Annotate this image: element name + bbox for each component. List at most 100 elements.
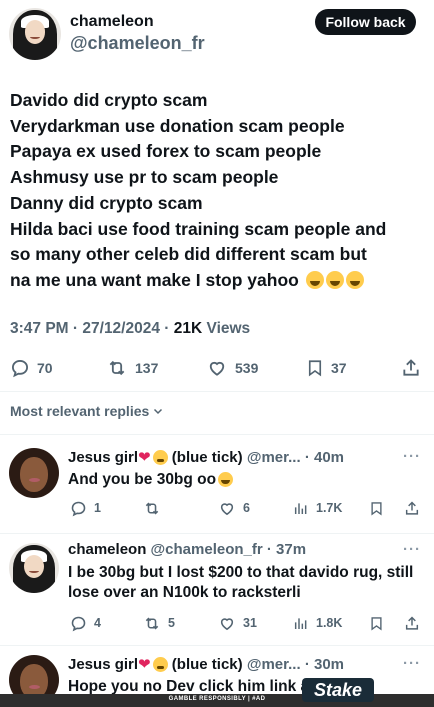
reply-author-handle[interactable]: @mer... [247,656,301,673]
reply-time[interactable]: · 40m [305,449,344,466]
bookmark-button[interactable]: 37 [306,356,347,380]
reply-text-content: And you be 30bg oo [68,471,217,488]
tweet-actions: 70 137 539 37 [0,356,434,380]
share-button[interactable] [404,613,420,633]
reply-button[interactable]: 1 [70,498,101,518]
blushing-emoji-icon [152,657,168,672]
tweet-line: Papaya ex used forex to scam people [10,141,322,162]
tweet-line-text: na me una want make I stop yahoo [10,269,299,290]
more-options-icon[interactable]: ··· [403,541,421,558]
heart-icon [220,502,234,515]
reply-author-handle[interactable]: @mer... [247,449,301,466]
tweet-line: Davido did crypto scam [10,90,208,110]
reply-author-badge: (blue tick) [171,449,243,466]
tweet-date[interactable]: 27/12/2024 [82,320,160,337]
replies-sort-dropdown[interactable]: Most relevant replies [10,403,164,419]
reply-count: 1 [94,501,101,515]
tweet-text: Davido did crypto scam Verydarkman use d… [10,88,428,294]
divider [0,391,434,392]
tweet-line-last: na me una want make I stop yahoo [10,268,428,294]
reply-text: I be 30bg but I lost $200 to that davido… [68,564,414,601]
laughing-crying-emoji-icon [305,270,324,289]
tweet-line: Ashmusy use pr to scam people [10,167,279,188]
laughing-crying-emoji-icon [218,472,234,487]
author-handle[interactable]: @chameleon_fr [70,33,205,54]
tweet-header: chameleon @chameleon_fr Follow back [0,0,434,70]
laughing-crying-emoji-icon [325,270,344,289]
like-count: 539 [235,360,259,376]
reply-count: 70 [37,360,53,376]
more-options-icon[interactable]: ··· [403,655,421,672]
share-button[interactable] [404,498,420,518]
share-icon [405,500,419,515]
bookmark-icon [371,501,382,515]
repost-icon [109,360,125,376]
views-count: 1.7K [316,501,343,515]
share-icon [405,615,419,630]
reply-author-handle[interactable]: @chameleon_fr [151,541,263,558]
bookmark-icon [308,360,322,377]
like-button[interactable]: 31 [218,613,257,633]
meta-separator: · [72,320,79,337]
reply-header: chameleon @chameleon_fr · 37m [68,541,306,558]
tweet-line: so many other celeb did different scam b… [10,244,367,265]
views-count: 1.8K [316,616,343,630]
repost-icon [145,501,159,515]
tweet-line: Verydarkman use donation scam people [10,115,345,136]
reply-actions: 4 5 31 1.8K [0,613,434,633]
author-display-name[interactable]: chameleon [70,13,154,31]
share-icon [403,359,419,376]
reply-icon [71,501,86,516]
views-label: Views [206,320,251,337]
like-count: 31 [243,616,257,630]
bookmark-button[interactable] [369,613,384,633]
blushing-emoji-icon [152,450,168,465]
bookmark-button[interactable] [369,498,384,518]
repost-button[interactable]: 137 [106,356,158,380]
red-heart-emoji-icon: ❤ [138,656,151,673]
bookmark-count: 37 [331,360,347,376]
reply-author-name[interactable]: chameleon [68,541,146,558]
tweet-time[interactable]: 3:47 PM [10,320,69,337]
like-button[interactable]: 6 [218,498,250,518]
reply-time[interactable]: · 30m [305,656,344,673]
author-avatar[interactable] [9,8,61,60]
heart-icon [209,361,225,376]
reply-button[interactable]: 4 [70,613,101,633]
more-options-icon[interactable]: ··· [403,448,421,465]
reply-item[interactable]: Jesus girl❤ (blue tick) @mer... · 40m ··… [0,448,434,528]
repost-count: 137 [135,360,159,376]
reply-header: Jesus girl❤ (blue tick) @mer... · 30m [68,655,344,673]
bookmark-icon [371,616,382,630]
repost-button[interactable] [143,498,161,518]
reply-avatar[interactable] [9,543,59,593]
reply-time[interactable]: · 37m [267,541,306,558]
reply-count: 4 [94,616,101,630]
reply-text: And you be 30bg oo [68,470,428,490]
views-button[interactable]: 1.7K [293,498,342,518]
views-button[interactable]: 1.8K [293,613,342,633]
reply-avatar[interactable] [9,448,59,498]
chevron-down-icon [154,408,163,415]
like-count: 6 [243,501,250,515]
views-count: 21K [173,320,203,337]
reply-button[interactable]: 70 [10,356,53,380]
tweet-meta: 3:47 PM · 27/12/2024 · 21K Views [10,320,250,338]
like-button[interactable]: 539 [206,356,258,380]
reply-author-name[interactable]: Jesus girl [68,656,138,673]
follow-back-button[interactable]: Follow back [315,9,416,35]
repost-icon [145,616,159,630]
tweet-line: Hilda baci use food training scam people… [10,218,387,239]
reply-author-name[interactable]: Jesus girl [68,449,138,466]
reply-header: Jesus girl❤ (blue tick) @mer... · 40m [68,448,344,466]
share-button[interactable] [401,356,421,380]
reply-item[interactable]: chameleon @chameleon_fr · 37m ··· I be 3… [0,541,434,641]
analytics-bars-icon [294,503,307,514]
analytics-bars-icon [294,618,307,629]
repost-button[interactable]: 5 [143,613,175,633]
tweet-line: Danny did crypto scam [10,192,203,213]
red-heart-emoji-icon: ❤ [138,449,151,466]
replies-sort-label: Most relevant replies [10,403,150,419]
reply-icon [71,616,86,631]
divider [0,434,434,435]
